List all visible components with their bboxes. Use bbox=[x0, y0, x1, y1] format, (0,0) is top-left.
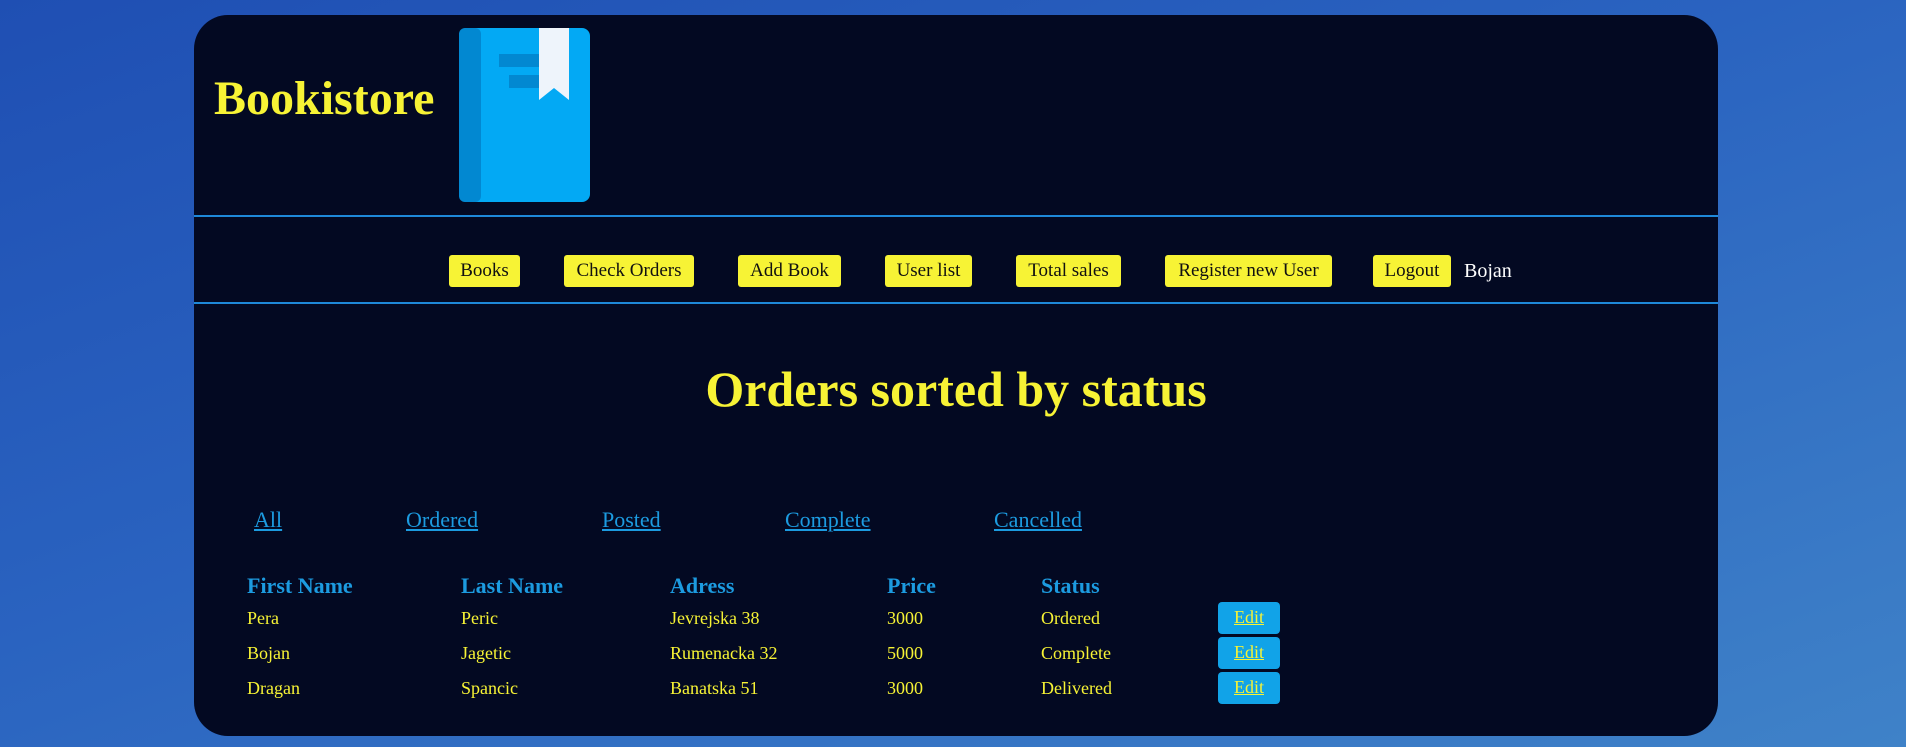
cell-status: Ordered bbox=[1041, 608, 1100, 628]
filter-ordered-link[interactable]: Ordered bbox=[406, 507, 478, 533]
edit-order-button[interactable]: Edit bbox=[1218, 602, 1280, 634]
column-header-last-name: Last Name bbox=[461, 573, 564, 598]
cell-last-name: Peric bbox=[461, 608, 498, 628]
cell-status: Complete bbox=[1041, 643, 1111, 663]
edit-order-button[interactable]: Edit bbox=[1218, 637, 1280, 669]
cell-first-name: Pera bbox=[247, 608, 279, 628]
nav-total-sales-button[interactable]: Total sales bbox=[1016, 255, 1121, 287]
cell-price: 5000 bbox=[887, 643, 923, 663]
brand-title: Bookistore bbox=[214, 72, 435, 125]
filter-cancelled-link[interactable]: Cancelled bbox=[994, 507, 1082, 533]
column-header-status: Status bbox=[1041, 573, 1100, 598]
nav-bar: Books Check Orders Add Book User list To… bbox=[194, 255, 1718, 289]
cell-address: Banatska 51 bbox=[670, 678, 759, 698]
nav-books-button[interactable]: Books bbox=[449, 255, 520, 287]
cell-price: 3000 bbox=[887, 678, 923, 698]
cell-last-name: Spancic bbox=[461, 678, 518, 698]
book-bookmark-icon bbox=[459, 28, 590, 202]
nav-check-orders-button[interactable]: Check Orders bbox=[564, 255, 694, 287]
top-divider bbox=[194, 215, 1718, 217]
column-header-price: Price bbox=[887, 573, 936, 598]
current-username: Bojan bbox=[1464, 260, 1512, 282]
filter-posted-link[interactable]: Posted bbox=[602, 507, 661, 533]
cell-last-name: Jagetic bbox=[461, 643, 511, 663]
nav-register-user-button[interactable]: Register new User bbox=[1165, 255, 1332, 287]
cell-first-name: Dragan bbox=[247, 678, 300, 698]
column-header-address: Adress bbox=[670, 573, 735, 598]
nav-add-book-button[interactable]: Add Book bbox=[738, 255, 841, 287]
main-card: Bookistore Books Check Orders Add Book U… bbox=[194, 15, 1718, 736]
cell-price: 3000 bbox=[887, 608, 923, 628]
page-title: Orders sorted by status bbox=[705, 361, 1207, 417]
nav-user-list-button[interactable]: User list bbox=[885, 255, 972, 287]
cell-status: Delivered bbox=[1041, 678, 1112, 698]
header: Bookistore bbox=[194, 15, 1718, 215]
nav-logout-button[interactable]: Logout bbox=[1373, 255, 1451, 287]
edit-order-button[interactable]: Edit bbox=[1218, 672, 1280, 704]
cell-first-name: Bojan bbox=[247, 643, 290, 663]
cell-address: Jevrejska 38 bbox=[670, 608, 760, 628]
column-header-first-name: First Name bbox=[247, 573, 353, 598]
cell-address: Rumenacka 32 bbox=[670, 643, 778, 663]
filter-complete-link[interactable]: Complete bbox=[785, 507, 871, 533]
filter-all-link[interactable]: All bbox=[254, 507, 282, 533]
nav-divider bbox=[194, 302, 1718, 304]
